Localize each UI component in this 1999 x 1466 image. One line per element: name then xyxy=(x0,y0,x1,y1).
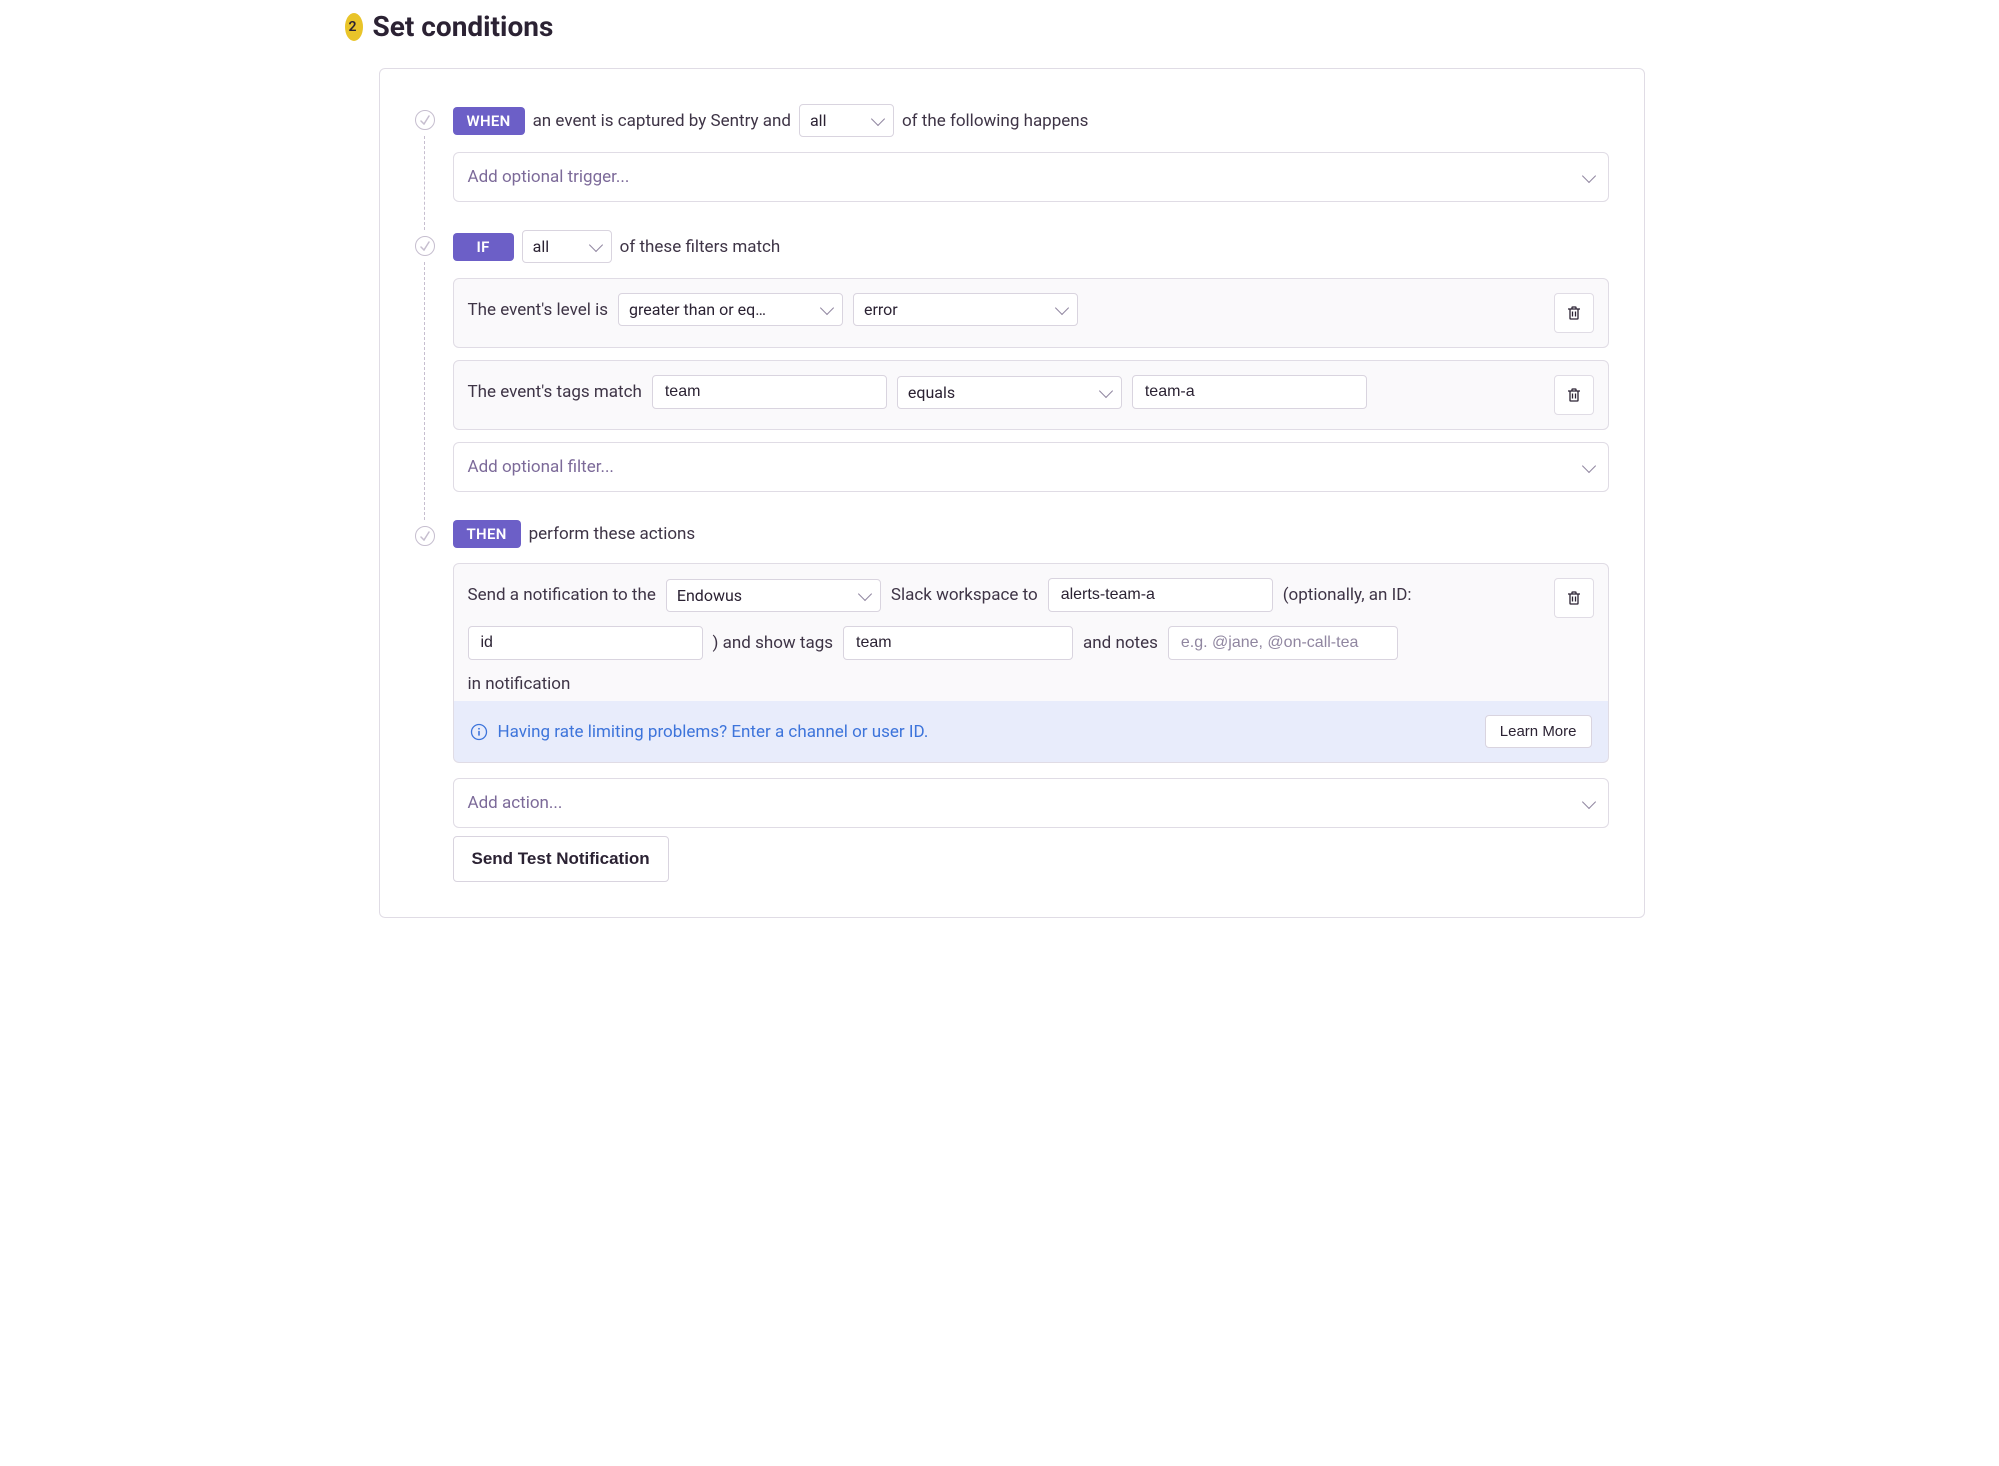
add-trigger-label: Add optional trigger... xyxy=(468,167,630,187)
tag-value-input[interactable] xyxy=(1132,375,1367,409)
add-action-row[interactable]: Add action... xyxy=(453,778,1609,828)
add-filter-label: Add optional filter... xyxy=(468,457,614,477)
channel-input[interactable] xyxy=(1048,578,1273,612)
action-text: Slack workspace to xyxy=(891,585,1038,605)
chevron-down-icon xyxy=(1581,458,1595,472)
when-post-text: of the following happens xyxy=(902,111,1089,131)
filter-row-tags: The event's tags match equals xyxy=(453,360,1609,430)
chevron-down-icon xyxy=(871,112,885,126)
level-value: error xyxy=(864,300,898,319)
filter-label: The event's tags match xyxy=(468,382,642,402)
step-number: 2 xyxy=(349,19,357,35)
page-title: Set conditions xyxy=(373,10,554,43)
learn-more-button[interactable]: Learn More xyxy=(1485,715,1592,748)
chevron-down-icon xyxy=(858,586,872,600)
chevron-down-icon xyxy=(589,238,603,252)
step-marker-icon xyxy=(415,526,435,546)
add-filter-row[interactable]: Add optional filter... xyxy=(453,442,1609,492)
tag-comparator-value: equals xyxy=(908,383,955,402)
filter-row-level: The event's level is greater than or eq…… xyxy=(453,278,1609,348)
level-comparator-value: greater than or eq… xyxy=(629,300,766,319)
info-icon xyxy=(470,723,488,741)
id-input[interactable] xyxy=(468,626,703,660)
then-block: THEN perform these actions Send a notifi… xyxy=(415,520,1609,882)
if-post-text: of these filters match xyxy=(620,237,781,257)
then-badge: THEN xyxy=(453,520,521,548)
if-badge: IF xyxy=(453,233,514,261)
when-pre-text: an event is captured by Sentry and xyxy=(533,111,791,131)
chevron-down-icon xyxy=(1099,383,1113,397)
delete-action-button[interactable] xyxy=(1554,578,1594,618)
step-circle: 2 xyxy=(345,13,363,41)
when-match-select[interactable]: all xyxy=(799,104,894,137)
if-match-select[interactable]: all xyxy=(522,230,612,263)
section-header: 2 Set conditions xyxy=(355,10,1645,43)
info-banner: Having rate limiting problems? Enter a c… xyxy=(453,701,1609,763)
send-test-button[interactable]: Send Test Notification xyxy=(453,836,669,882)
tag-comparator-select[interactable]: equals xyxy=(897,376,1122,409)
delete-filter-button[interactable] xyxy=(1554,375,1594,415)
action-text: in notification xyxy=(468,674,1544,694)
add-action-label: Add action... xyxy=(468,793,563,813)
if-block: IF all of these filters match The event'… xyxy=(415,230,1609,492)
info-text: Having rate limiting problems? Enter a c… xyxy=(498,722,929,742)
chevron-down-icon xyxy=(1581,168,1595,182)
action-text: (optionally, an ID: xyxy=(1283,585,1412,605)
tags-input[interactable] xyxy=(843,626,1073,660)
when-block: WHEN an event is captured by Sentry and … xyxy=(415,104,1609,202)
delete-filter-button[interactable] xyxy=(1554,293,1594,333)
step-marker-icon xyxy=(415,236,435,256)
vertical-line xyxy=(424,262,425,520)
workspace-select[interactable]: Endowus xyxy=(666,579,881,612)
tag-key-input[interactable] xyxy=(652,375,887,409)
conditions-panel: WHEN an event is captured by Sentry and … xyxy=(379,68,1645,918)
action-text: and notes xyxy=(1083,633,1158,653)
chevron-down-icon xyxy=(1581,794,1595,808)
workspace-value: Endowus xyxy=(677,586,742,605)
step-marker-icon xyxy=(415,110,435,130)
notes-input[interactable] xyxy=(1168,626,1398,660)
level-value-select[interactable]: error xyxy=(853,293,1078,326)
action-text: Send a notification to the xyxy=(468,585,656,605)
filter-label: The event's level is xyxy=(468,300,608,320)
if-match-value: all xyxy=(533,237,549,256)
when-badge: WHEN xyxy=(453,107,525,135)
when-match-value: all xyxy=(810,111,826,130)
chevron-down-icon xyxy=(820,301,834,315)
action-text: ) and show tags xyxy=(713,633,834,653)
level-comparator-select[interactable]: greater than or eq… xyxy=(618,293,843,326)
action-row-slack: Send a notification to the Endowus Slack… xyxy=(453,563,1609,713)
vertical-line xyxy=(424,136,425,230)
add-trigger-row[interactable]: Add optional trigger... xyxy=(453,152,1609,202)
then-post-text: perform these actions xyxy=(529,524,696,544)
chevron-down-icon xyxy=(1055,301,1069,315)
